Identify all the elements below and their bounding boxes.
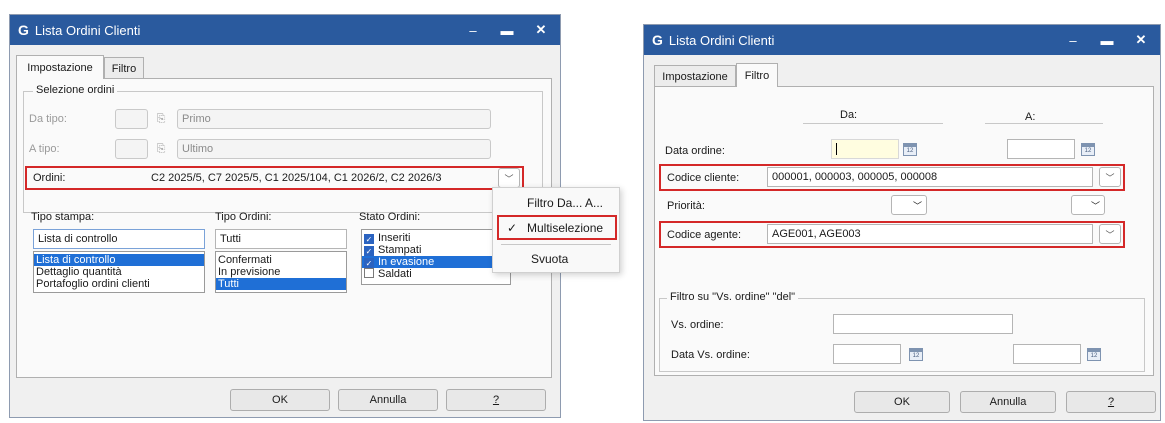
list-item[interactable]: Dettaglio quantità [34, 266, 204, 278]
tab-panel: Selezione ordini Da tipo: ⎘ Primo A tipo… [16, 78, 552, 378]
a-header: A: [1025, 111, 1036, 123]
tipo-ordini-input[interactable]: Tutti [215, 229, 347, 249]
calendar-icon[interactable]: 12 [1087, 348, 1101, 361]
tab-impostazione[interactable]: Impostazione [16, 55, 104, 79]
data-vs-ordine-label: Data Vs. ordine: [671, 349, 750, 361]
data-vs-ordine-a-input[interactable] [1013, 344, 1081, 364]
checkbox-checked-icon: ✓ [364, 246, 374, 256]
text-cursor [836, 143, 837, 155]
picker-icon[interactable]: ⎘ [154, 142, 168, 156]
calendar-icon[interactable]: 12 [1081, 143, 1095, 156]
chevron-down-icon: ﹀ [912, 200, 922, 211]
stato-ordini-label: Stato Ordini: [359, 211, 421, 223]
da-tipo-input[interactable]: Primo [177, 109, 491, 129]
stato-ordini-list[interactable]: ✓ Inseriti ✓ Stampati ✓ In evasione Saldati [361, 229, 511, 285]
a-tipo-code-input[interactable] [115, 139, 148, 159]
codice-cliente-label: Codice cliente: [667, 172, 740, 184]
picker-icon[interactable]: ⎘ [154, 112, 168, 126]
codice-agente-dropdown-button[interactable]: ﹀ [1099, 224, 1121, 244]
chevron-down-icon: ﹀ [1105, 229, 1115, 240]
app-logo-icon: G [18, 22, 29, 38]
tipo-ordini-label: Tipo Ordini: [215, 211, 272, 223]
priorita-a-select[interactable]: ﹀ [1071, 195, 1105, 215]
checkbox-stampati[interactable]: ✓ Stampati [362, 244, 510, 256]
list-item[interactable]: Confermati [216, 254, 346, 266]
menu-item-filtro-da-a[interactable]: Filtro Da... A... [493, 192, 619, 214]
chevron-down-icon: ﹀ [1105, 172, 1115, 183]
da-tipo-code-input[interactable] [115, 109, 148, 129]
app-logo-icon: G [652, 32, 663, 48]
selezione-ordini-title: Selezione ordini [33, 84, 118, 96]
tipo-ordini-list[interactable]: Confermati In previsione Tutti [215, 251, 347, 293]
vs-ordine-group-title: Filtro su "Vs. ordine" "del" [667, 291, 799, 303]
tab-impostazione[interactable]: Impostazione [654, 65, 736, 87]
codice-agente-label: Codice agente: [667, 229, 741, 241]
codice-cliente-dropdown-button[interactable]: ﹀ [1099, 167, 1121, 187]
tab-panel: Da: A: Data ordine: 12 12 Codice cliente… [654, 86, 1154, 376]
list-item[interactable]: In previsione [216, 266, 346, 278]
checkbox-checked-icon: ✓ [364, 234, 374, 244]
maximize-icon[interactable]: ▬ [498, 23, 516, 38]
menu-separator [501, 244, 611, 245]
ordini-label: Ordini: [33, 172, 66, 184]
right-titlebar[interactable]: G Lista Ordini Clienti – ▬ ✕ [644, 25, 1160, 55]
annulla-button[interactable]: Annulla [960, 391, 1056, 413]
annulla-button[interactable]: Annulla [338, 389, 438, 411]
tipo-stampa-label: Tipo stampa: [31, 211, 95, 223]
minimize-icon[interactable]: – [464, 23, 482, 38]
header-divider [803, 123, 943, 124]
window-title: Lista Ordini Clienti [34, 22, 141, 38]
tipo-stampa-input[interactable]: Lista di controllo [33, 229, 205, 249]
left-window: G Lista Ordini Clienti – ▬ ✕ Impostazion… [9, 14, 561, 418]
checkbox-unchecked-icon [364, 268, 374, 278]
vs-ordine-label: Vs. ordine: [671, 319, 724, 331]
window-title: Lista Ordini Clienti [668, 32, 775, 48]
tab-filtro[interactable]: Filtro [104, 57, 144, 79]
tipo-stampa-list[interactable]: Lista di controllo Dettaglio quantità Po… [33, 251, 205, 293]
ok-button[interactable]: OK [230, 389, 330, 411]
close-icon[interactable]: ✕ [532, 22, 550, 38]
ok-button[interactable]: OK [854, 391, 950, 413]
data-ordine-a-input[interactable] [1007, 139, 1075, 159]
codice-cliente-input[interactable]: 000001, 000003, 000005, 000008 [767, 167, 1093, 187]
checkbox-checked-icon: ✓ [364, 258, 374, 268]
ordini-context-menu: Filtro Da... A... ✓ Multiselezione Svuot… [492, 187, 620, 273]
calendar-icon[interactable]: 12 [903, 143, 917, 156]
tab-filtro[interactable]: Filtro [736, 63, 778, 87]
data-ordine-da-input[interactable] [831, 139, 899, 159]
chevron-down-icon: ﹀ [1090, 200, 1100, 211]
help-button[interactable]: ? [1066, 391, 1156, 413]
checkbox-in-evasione[interactable]: ✓ In evasione [362, 256, 510, 268]
data-ordine-label: Data ordine: [665, 145, 725, 157]
chevron-down-icon: ﹀ [504, 173, 514, 184]
priorita-label: Priorità: [667, 200, 705, 212]
list-item[interactable]: Lista di controllo [34, 254, 204, 266]
da-header: Da: [840, 109, 858, 121]
menu-item-svuota[interactable]: Svuota [493, 248, 619, 270]
codice-agente-input[interactable]: AGE001, AGE003 [767, 224, 1093, 244]
a-tipo-input[interactable]: Ultimo [177, 139, 491, 159]
close-icon[interactable]: ✕ [1132, 32, 1150, 48]
multiselezione-highlight [497, 215, 617, 240]
list-item[interactable]: Tutti [216, 278, 346, 290]
help-button[interactable]: ? [446, 389, 546, 411]
minimize-icon[interactable]: – [1064, 33, 1082, 48]
maximize-icon[interactable]: ▬ [1098, 33, 1116, 48]
checkbox-saldati[interactable]: Saldati [362, 268, 510, 280]
da-tipo-label: Da tipo: [29, 113, 67, 125]
left-titlebar[interactable]: G Lista Ordini Clienti – ▬ ✕ [10, 15, 560, 45]
right-window: G Lista Ordini Clienti – ▬ ✕ Impostazion… [643, 24, 1161, 421]
list-item[interactable]: Portafoglio ordini clienti [34, 278, 204, 290]
ordini-dropdown-button[interactable]: ﹀ [498, 168, 520, 188]
ordini-input[interactable]: C2 2025/5, C7 2025/5, C1 2025/104, C1 20… [147, 168, 495, 188]
checkbox-inseriti[interactable]: ✓ Inseriti [362, 232, 510, 244]
header-divider [985, 123, 1103, 124]
vs-ordine-input[interactable] [833, 314, 1013, 334]
a-tipo-label: A tipo: [29, 143, 60, 155]
calendar-icon[interactable]: 12 [909, 348, 923, 361]
priorita-da-select[interactable]: ﹀ [891, 195, 927, 215]
data-vs-ordine-da-input[interactable] [833, 344, 901, 364]
